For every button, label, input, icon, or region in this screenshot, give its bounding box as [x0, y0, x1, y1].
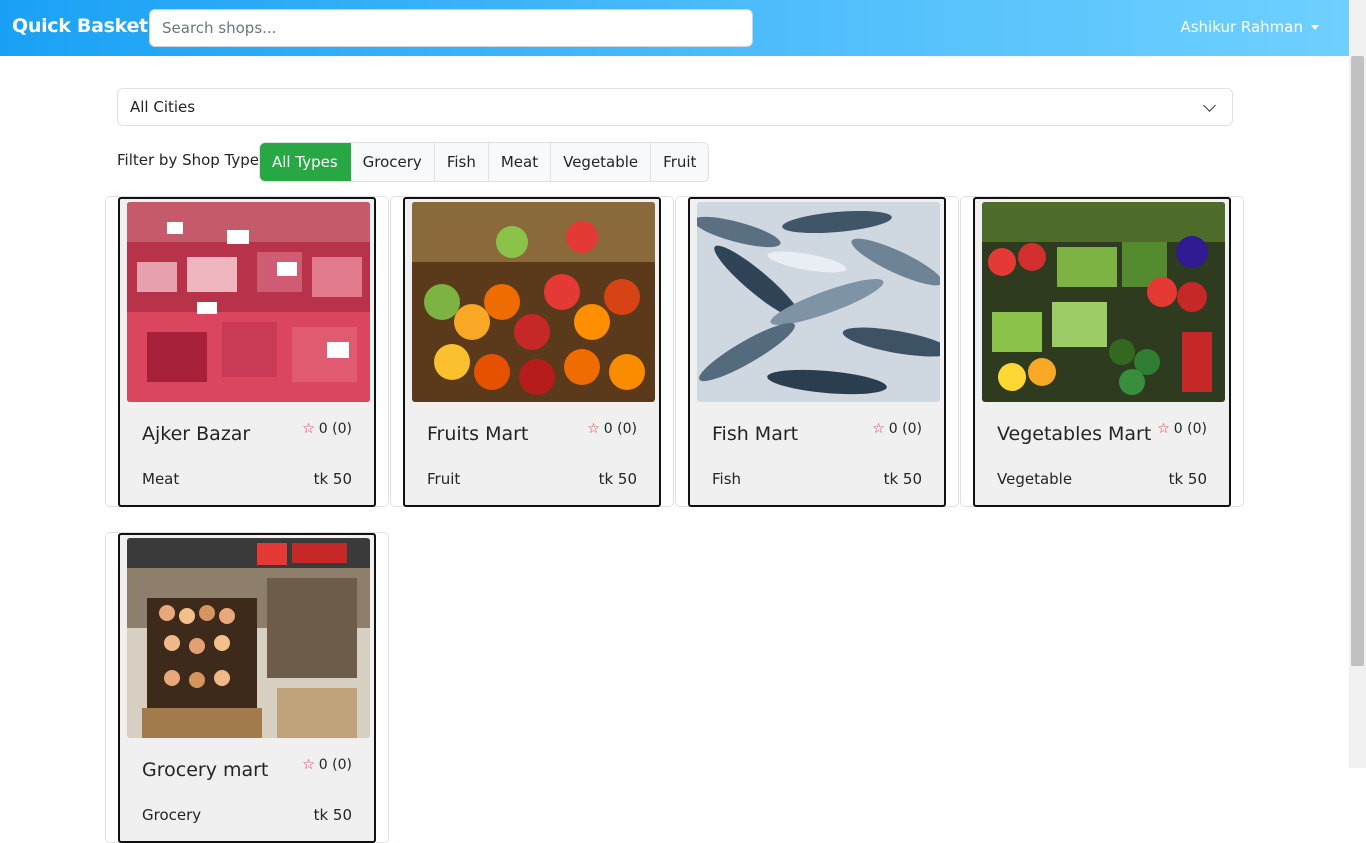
shop-name[interactable]: Fruits Mart	[427, 423, 528, 445]
star-icon: ☆	[302, 757, 315, 773]
filter-vegetable-button[interactable]: Vegetable	[551, 143, 652, 181]
shop-image-vegetable	[982, 202, 1225, 402]
shop-card-body: Fish Mart ☆ 0 (0) Fish tk 50	[688, 197, 946, 507]
user-name: Ashikur Rahman	[1180, 18, 1303, 36]
city-select-value: All Cities	[130, 98, 196, 116]
shop-card-body: Fruits Mart ☆ 0 (0) Fruit tk 50	[403, 197, 661, 507]
rating-value: 0 (0)	[888, 421, 922, 437]
shop-image-fish	[697, 202, 940, 402]
chevron-down-icon	[1203, 98, 1216, 112]
star-icon: ☆	[587, 421, 600, 437]
shop-price: tk 50	[313, 470, 352, 488]
search-input[interactable]	[149, 9, 753, 47]
filter-label: Filter by Shop Type:	[117, 151, 265, 169]
shop-rating: ☆ 0 (0)	[587, 421, 637, 437]
shop-rating: ☆ 0 (0)	[302, 421, 352, 437]
scrollbar-thumb[interactable]	[1351, 56, 1364, 666]
shop-card[interactable]: Grocery mart ☆ 0 (0) Grocery tk 50	[105, 532, 389, 843]
shop-price: tk 50	[1168, 470, 1207, 488]
rating-value: 0 (0)	[318, 421, 352, 437]
shop-type: Grocery	[142, 806, 202, 824]
shop-type: Meat	[142, 470, 180, 488]
shop-card[interactable]: Fruits Mart ☆ 0 (0) Fruit tk 50	[390, 196, 674, 507]
page-scrollbar[interactable]	[1349, 0, 1366, 768]
shop-price: tk 50	[313, 806, 352, 824]
shop-rating: ☆ 0 (0)	[1157, 421, 1207, 437]
user-menu-dropdown[interactable]: Ashikur Rahman	[1180, 18, 1319, 36]
shop-rating: ☆ 0 (0)	[872, 421, 922, 437]
caret-down-icon	[1311, 24, 1319, 30]
rating-value: 0 (0)	[1173, 421, 1207, 437]
star-icon: ☆	[1157, 421, 1170, 437]
city-select[interactable]: All Cities	[117, 88, 1233, 126]
shop-type-filter: All Types Grocery Fish Meat Vegetable Fr…	[259, 142, 710, 182]
shop-image-grocery	[127, 538, 370, 738]
shop-card[interactable]: Fish Mart ☆ 0 (0) Fish tk 50	[675, 196, 959, 507]
navbar: Quick Basket Ashikur Rahman	[0, 0, 1349, 56]
filter-meat-button[interactable]: Meat	[488, 143, 552, 181]
shop-type: Vegetable	[997, 470, 1073, 488]
shop-price: tk 50	[598, 470, 637, 488]
shop-card[interactable]: Vegetables Mart ☆ 0 (0) Vegetable tk 50	[960, 196, 1244, 507]
shop-type: Fish	[712, 470, 742, 488]
shop-card-body: Grocery mart ☆ 0 (0) Grocery tk 50	[118, 533, 376, 843]
shop-image-fruit	[412, 202, 655, 402]
shop-card[interactable]: Ajker Bazar ☆ 0 (0) Meat tk 50	[105, 196, 389, 507]
star-icon: ☆	[872, 421, 885, 437]
shop-name[interactable]: Fish Mart	[712, 423, 798, 445]
filter-all-types-button[interactable]: All Types	[260, 143, 351, 181]
shop-rating: ☆ 0 (0)	[302, 757, 352, 773]
shop-card-body: Ajker Bazar ☆ 0 (0) Meat tk 50	[118, 197, 376, 507]
shop-type: Fruit	[427, 470, 461, 488]
rating-value: 0 (0)	[603, 421, 637, 437]
shop-image-meat	[127, 202, 370, 402]
shop-card-body: Vegetables Mart ☆ 0 (0) Vegetable tk 50	[973, 197, 1231, 507]
filter-fish-button[interactable]: Fish	[434, 143, 489, 181]
shop-name[interactable]: Ajker Bazar	[142, 423, 250, 445]
brand-logo[interactable]: Quick Basket	[12, 15, 148, 37]
shop-price: tk 50	[883, 470, 922, 488]
shop-name[interactable]: Grocery mart	[142, 759, 268, 781]
shop-name[interactable]: Vegetables Mart	[997, 423, 1151, 445]
rating-value: 0 (0)	[318, 757, 352, 773]
filter-grocery-button[interactable]: Grocery	[350, 143, 435, 181]
star-icon: ☆	[302, 421, 315, 437]
filter-fruit-button[interactable]: Fruit	[651, 143, 709, 181]
